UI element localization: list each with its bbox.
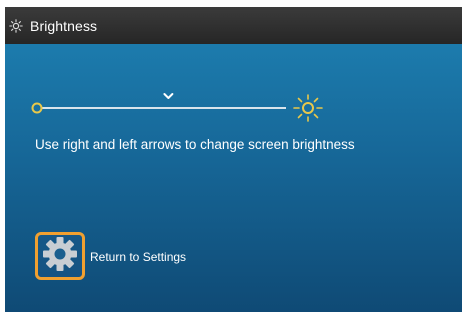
gear-icon — [41, 235, 79, 278]
brightness-window: Brightness Use right and left arrows to … — [5, 7, 462, 312]
return-to-settings-button[interactable] — [35, 232, 85, 280]
dim-circle-icon — [31, 102, 43, 114]
instruction-text: Use right and left arrows to change scre… — [35, 137, 355, 152]
bright-sun-icon — [293, 94, 323, 122]
return-to-settings-label: Return to Settings — [90, 250, 187, 264]
chevron-down-icon — [163, 93, 174, 99]
